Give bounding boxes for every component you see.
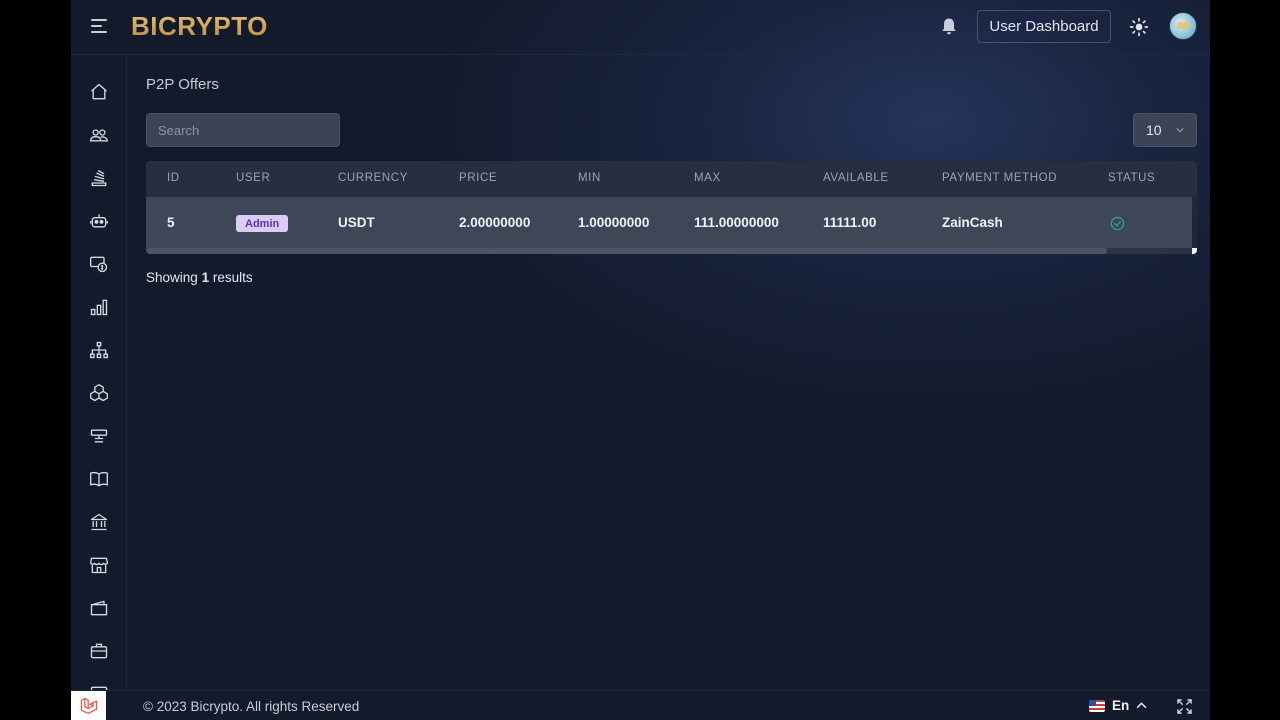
showing-count: 1 bbox=[201, 270, 210, 285]
col-status[interactable]: STATUS bbox=[1108, 172, 1155, 184]
table-row[interactable]: 5 Admin USDT 2.00000000 1.00000000 111.0… bbox=[146, 197, 1192, 248]
showing-suffix: results bbox=[212, 270, 253, 285]
cell-available: 11111.00 bbox=[823, 215, 877, 230]
laravel-logo-icon[interactable] bbox=[71, 691, 106, 720]
cell-price: 2.00000000 bbox=[459, 215, 531, 230]
us-flag-icon bbox=[1089, 699, 1105, 712]
col-min[interactable]: MIN bbox=[578, 172, 601, 184]
briefcase-icon[interactable] bbox=[88, 640, 110, 662]
search-input[interactable] bbox=[146, 113, 340, 147]
stack-icon[interactable] bbox=[88, 167, 110, 189]
col-payment-method[interactable]: PAYMENT METHOD bbox=[942, 172, 1057, 184]
language-selector[interactable]: En bbox=[1089, 698, 1147, 713]
col-max[interactable]: MAX bbox=[694, 172, 721, 184]
user-avatar[interactable] bbox=[1169, 12, 1197, 40]
cell-currency: USDT bbox=[338, 215, 375, 230]
col-available[interactable]: AVAILABLE bbox=[823, 172, 889, 184]
check-circle-icon bbox=[1110, 216, 1125, 231]
scrollbar-thumb[interactable] bbox=[146, 248, 1107, 254]
brand-logo[interactable]: BICRYPTO bbox=[131, 11, 268, 42]
users-icon[interactable] bbox=[88, 124, 110, 146]
col-id[interactable]: ID bbox=[167, 172, 180, 184]
per-page-select[interactable]: 10 bbox=[1133, 113, 1197, 147]
per-page-value: 10 bbox=[1146, 122, 1162, 138]
cell-max: 111.00000000 bbox=[694, 215, 779, 230]
col-currency[interactable]: CURRENCY bbox=[338, 172, 408, 184]
cell-min: 1.00000000 bbox=[578, 215, 650, 230]
offers-table: ID USER CURRENCY PRICE MIN MAX AVAILABLE… bbox=[146, 161, 1197, 254]
table-header: ID USER CURRENCY PRICE MIN MAX AVAILABLE… bbox=[146, 161, 1197, 197]
col-user[interactable]: USER bbox=[236, 172, 270, 184]
footer: © 2023 Bicrypto. All rights Reserved En bbox=[71, 690, 1210, 720]
cell-payment-method: ZainCash bbox=[942, 215, 1003, 230]
user-badge: Admin bbox=[236, 215, 289, 232]
showing-prefix: Showing bbox=[146, 270, 198, 285]
home-icon[interactable] bbox=[88, 81, 110, 103]
page-title: P2P Offers bbox=[146, 76, 219, 93]
chart-bars-icon[interactable] bbox=[88, 296, 110, 318]
sliders-icon[interactable] bbox=[88, 425, 110, 447]
scrollbar-corner bbox=[1192, 248, 1197, 254]
sidebar bbox=[71, 56, 127, 690]
cubes-icon[interactable] bbox=[88, 382, 110, 404]
money-icon[interactable] bbox=[88, 253, 110, 275]
table-horizontal-scrollbar[interactable] bbox=[146, 248, 1197, 254]
user-dashboard-button[interactable]: User Dashboard bbox=[977, 10, 1111, 43]
book-icon[interactable] bbox=[88, 468, 110, 490]
bank-icon[interactable] bbox=[88, 511, 110, 533]
sitemap-icon[interactable] bbox=[88, 339, 110, 361]
app-window: BICRYPTO User Dashboard P2P Offers Searc… bbox=[71, 0, 1210, 720]
chevron-up-icon bbox=[1136, 702, 1147, 709]
bell-icon[interactable] bbox=[939, 16, 959, 36]
top-bar: BICRYPTO User Dashboard bbox=[71, 0, 1210, 55]
results-summary: Showing 1 results bbox=[146, 270, 253, 285]
col-price[interactable]: PRICE bbox=[459, 172, 497, 184]
store-icon[interactable] bbox=[88, 554, 110, 576]
copyright-text: © 2023 Bicrypto. All rights Reserved bbox=[143, 699, 360, 714]
cell-id: 5 bbox=[167, 215, 175, 230]
expand-icon[interactable] bbox=[1177, 699, 1192, 714]
wallet-icon[interactable] bbox=[88, 597, 110, 619]
sun-icon[interactable] bbox=[1129, 17, 1149, 37]
robot-icon[interactable] bbox=[88, 210, 110, 232]
chevron-down-icon bbox=[1176, 128, 1184, 133]
language-label: En bbox=[1112, 698, 1130, 713]
partial-menu-icon[interactable] bbox=[88, 683, 110, 690]
hamburger-icon[interactable] bbox=[91, 19, 107, 33]
